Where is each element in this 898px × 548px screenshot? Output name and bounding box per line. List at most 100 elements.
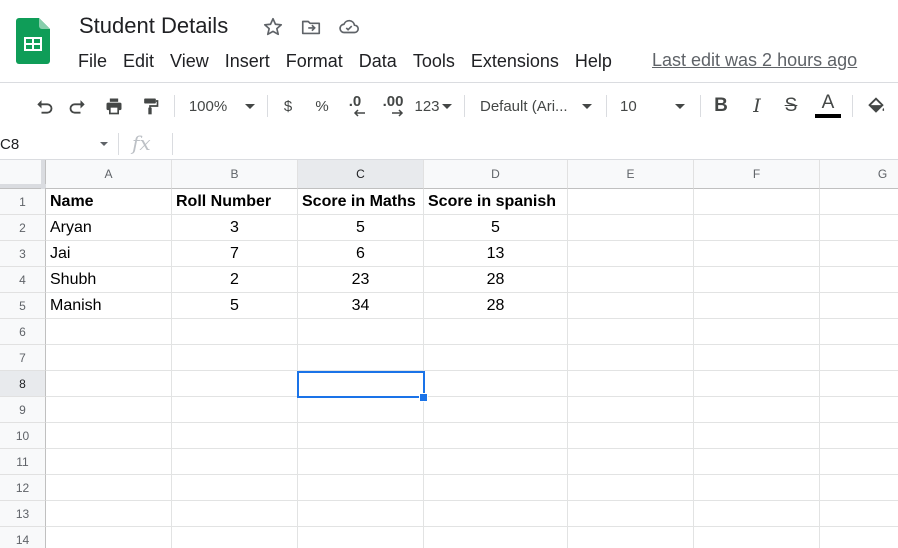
cell-g1[interactable] <box>820 189 898 215</box>
cell-e11[interactable] <box>568 449 694 475</box>
cell-c4[interactable]: 23 <box>298 267 424 293</box>
cell-f11[interactable] <box>694 449 820 475</box>
print-icon[interactable] <box>100 83 128 129</box>
row-header-2[interactable]: 2 <box>0 215 46 241</box>
cell-d4[interactable]: 28 <box>424 267 568 293</box>
cell-e12[interactable] <box>568 475 694 501</box>
column-header-g[interactable]: G <box>820 160 898 189</box>
cell-a4[interactable]: Shubh <box>46 267 172 293</box>
cell-b1[interactable]: Roll Number <box>172 189 298 215</box>
cell-g5[interactable] <box>820 293 898 319</box>
cell-e10[interactable] <box>568 423 694 449</box>
cell-b7[interactable] <box>172 345 298 371</box>
font-size-dropdown[interactable]: 10 <box>620 83 692 129</box>
cell-d14[interactable] <box>424 527 568 548</box>
last-edit-link[interactable]: Last edit was 2 hours ago <box>652 50 857 71</box>
cell-a1[interactable]: Name <box>46 189 172 215</box>
decrease-decimal-button[interactable]: .0 <box>342 83 368 129</box>
cell-f3[interactable] <box>694 241 820 267</box>
zoom-dropdown[interactable]: 100% <box>185 83 259 129</box>
menu-format[interactable]: Format <box>278 51 351 72</box>
cell-f1[interactable] <box>694 189 820 215</box>
cell-f10[interactable] <box>694 423 820 449</box>
increase-decimal-button[interactable]: .00 <box>378 83 408 129</box>
cell-b5[interactable]: 5 <box>172 293 298 319</box>
cell-b11[interactable] <box>172 449 298 475</box>
cell-f8[interactable] <box>694 371 820 397</box>
cell-g4[interactable] <box>820 267 898 293</box>
cell-g9[interactable] <box>820 397 898 423</box>
cell-a13[interactable] <box>46 501 172 527</box>
cell-c13[interactable] <box>298 501 424 527</box>
cell-c14[interactable] <box>298 527 424 548</box>
menu-edit[interactable]: Edit <box>115 51 162 72</box>
cell-a3[interactable]: Jai <box>46 241 172 267</box>
cell-b14[interactable] <box>172 527 298 548</box>
cell-g6[interactable] <box>820 319 898 345</box>
cell-d7[interactable] <box>424 345 568 371</box>
column-header-c[interactable]: C <box>298 160 424 189</box>
cell-b2[interactable]: 3 <box>172 215 298 241</box>
cell-e6[interactable] <box>568 319 694 345</box>
cell-f6[interactable] <box>694 319 820 345</box>
cell-d11[interactable] <box>424 449 568 475</box>
select-all-corner[interactable] <box>0 160 46 189</box>
row-header-12[interactable]: 12 <box>0 475 46 501</box>
cell-g7[interactable] <box>820 345 898 371</box>
italic-button[interactable]: I <box>746 83 768 129</box>
undo-icon[interactable] <box>30 83 58 129</box>
menu-file[interactable]: File <box>70 51 115 72</box>
cell-d6[interactable] <box>424 319 568 345</box>
formula-input[interactable] <box>180 129 890 159</box>
cell-d9[interactable] <box>424 397 568 423</box>
menu-data[interactable]: Data <box>351 51 405 72</box>
cell-f14[interactable] <box>694 527 820 548</box>
cell-c9[interactable] <box>298 397 424 423</box>
star-icon[interactable] <box>261 15 285 39</box>
column-header-e[interactable]: E <box>568 160 694 189</box>
row-header-9[interactable]: 9 <box>0 397 46 423</box>
cell-c2[interactable]: 5 <box>298 215 424 241</box>
column-header-d[interactable]: D <box>424 160 568 189</box>
cell-a2[interactable]: Aryan <box>46 215 172 241</box>
row-header-7[interactable]: 7 <box>0 345 46 371</box>
cell-a11[interactable] <box>46 449 172 475</box>
cell-g13[interactable] <box>820 501 898 527</box>
fill-handle[interactable] <box>419 393 428 402</box>
cell-a7[interactable] <box>46 345 172 371</box>
column-header-f[interactable]: F <box>694 160 820 189</box>
cell-f2[interactable] <box>694 215 820 241</box>
row-header-14[interactable]: 14 <box>0 527 46 548</box>
document-title[interactable]: Student Details <box>79 13 228 39</box>
menu-tools[interactable]: Tools <box>405 51 463 72</box>
cell-e5[interactable] <box>568 293 694 319</box>
text-color-button[interactable]: A <box>814 83 842 129</box>
row-header-4[interactable]: 4 <box>0 267 46 293</box>
cell-f5[interactable] <box>694 293 820 319</box>
menu-view[interactable]: View <box>162 51 217 72</box>
row-header-8[interactable]: 8 <box>0 371 46 397</box>
cell-d12[interactable] <box>424 475 568 501</box>
cell-e4[interactable] <box>568 267 694 293</box>
cell-d8[interactable] <box>424 371 568 397</box>
cell-g12[interactable] <box>820 475 898 501</box>
cell-a10[interactable] <box>46 423 172 449</box>
strikethrough-button[interactable]: S <box>780 83 802 129</box>
cell-g14[interactable] <box>820 527 898 548</box>
cell-g8[interactable] <box>820 371 898 397</box>
row-header-13[interactable]: 13 <box>0 501 46 527</box>
cell-f13[interactable] <box>694 501 820 527</box>
row-header-6[interactable]: 6 <box>0 319 46 345</box>
cell-b12[interactable] <box>172 475 298 501</box>
sheets-logo-icon[interactable] <box>16 18 50 69</box>
cell-b3[interactable]: 7 <box>172 241 298 267</box>
cell-c7[interactable] <box>298 345 424 371</box>
redo-icon[interactable] <box>64 83 92 129</box>
cell-c8[interactable] <box>298 371 424 397</box>
cell-e7[interactable] <box>568 345 694 371</box>
cell-e13[interactable] <box>568 501 694 527</box>
cell-b10[interactable] <box>172 423 298 449</box>
cell-d5[interactable]: 28 <box>424 293 568 319</box>
cell-d10[interactable] <box>424 423 568 449</box>
cell-d3[interactable]: 13 <box>424 241 568 267</box>
